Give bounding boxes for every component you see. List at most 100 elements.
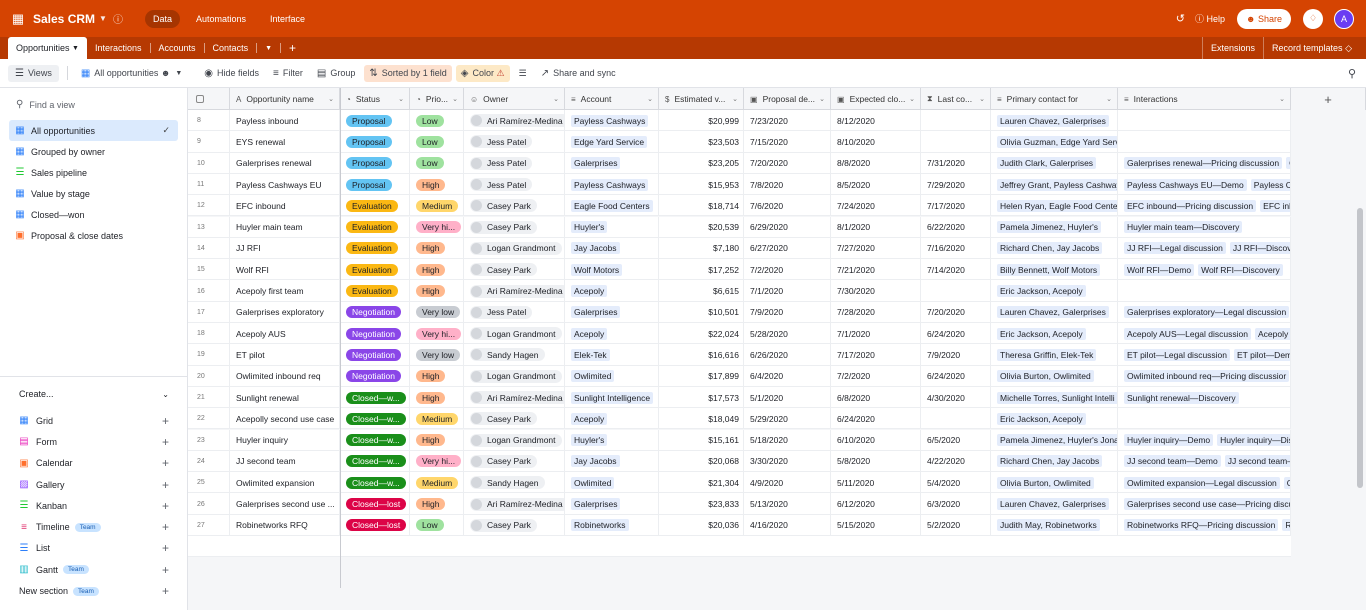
status-cell[interactable]: Proposal [340, 152, 410, 174]
contact-cell[interactable]: Richard Chen, Jay Jacobs [991, 237, 1118, 260]
nav-automations[interactable]: Automations [188, 10, 254, 28]
close-cell[interactable]: 7/28/2020 [831, 301, 921, 323]
chevron-down-icon[interactable]: ⌄ [819, 95, 825, 103]
last-cell[interactable]: 6/3/2020 [921, 493, 991, 515]
proposal-cell[interactable]: 5/28/2020 [744, 323, 831, 345]
table-row[interactable]: 13 Huyler main team Evaluation Very hi... Ca… [188, 216, 1291, 238]
priority-cell[interactable]: Low [410, 110, 464, 132]
user-avatar[interactable]: A [1334, 8, 1354, 29]
table-row[interactable]: 25 Owlimited expansion Closed—w... Medium Sa… [188, 472, 1291, 494]
name-cell[interactable]: Huyler inquiry [230, 429, 340, 451]
sidebar-view-item[interactable]: ▦ Closed—won [9, 204, 178, 225]
contact-cell[interactable]: Eric Jackson, Acepoly [991, 323, 1118, 345]
chevron-down-icon[interactable]: ⌄ [1279, 95, 1285, 103]
priority-cell[interactable]: High [410, 493, 464, 515]
last-cell[interactable]: 6/24/2020 [921, 365, 991, 387]
last-cell[interactable] [921, 131, 991, 153]
chevron-down-icon[interactable]: ⌄ [398, 95, 404, 103]
sort-button[interactable]: ⇅ Sorted by 1 field [364, 64, 452, 82]
sidebar-view-item[interactable]: ☰ Sales pipeline [9, 162, 178, 183]
table-row[interactable]: 10 Galerprises renewal Proposal Low Jess Pat… [188, 152, 1291, 174]
account-cell[interactable]: Robinetworks [565, 514, 659, 536]
status-cell[interactable]: Negotiation [340, 323, 410, 345]
chevron-down-icon[interactable]: ▼ [72, 45, 79, 52]
interactions-cell[interactable] [1118, 110, 1291, 132]
status-cell[interactable]: Evaluation [340, 259, 410, 281]
estimated-value-cell[interactable]: $23,205 [659, 152, 744, 174]
last-cell[interactable]: 6/5/2020 [921, 429, 991, 451]
search-icon[interactable]: ⚲ [1348, 67, 1356, 80]
owner-cell[interactable]: Jess Patel [464, 131, 565, 153]
close-cell[interactable]: 8/12/2020 [831, 110, 921, 132]
owner-cell[interactable]: Logan Grandmont [464, 429, 565, 451]
plus-icon[interactable]: + [162, 435, 169, 449]
close-cell[interactable]: 7/2/2020 [831, 365, 921, 387]
select-all-checkbox[interactable] [188, 88, 230, 110]
contact-cell[interactable]: Jeffrey Grant, Payless Cashways [991, 173, 1118, 196]
current-view-button[interactable]: ▦ All opportunities ☻ ▼ [76, 65, 187, 82]
close-cell[interactable]: 6/8/2020 [831, 386, 921, 409]
last-cell[interactable]: 7/16/2020 [921, 237, 991, 260]
account-cell[interactable]: Galerprises [565, 301, 659, 323]
close-cell[interactable]: 6/10/2020 [831, 429, 921, 451]
interactions-cell[interactable]: Galerprises second use case—Pricing disc… [1118, 493, 1291, 515]
close-cell[interactable]: 7/30/2020 [831, 280, 921, 302]
estimated-value-cell[interactable]: $22,024 [659, 323, 744, 345]
table-row[interactable]: 23 Huyler inquiry Closed—w... High Logan Gra… [188, 429, 1291, 451]
close-cell[interactable]: 7/21/2020 [831, 259, 921, 281]
last-cell[interactable] [921, 280, 991, 302]
account-cell[interactable]: Payless Cashways [565, 110, 659, 132]
contact-cell[interactable]: Judith Clark, Galerprises [991, 152, 1118, 174]
create-view-item[interactable]: ▤ Form + [0, 431, 188, 452]
proposal-cell[interactable]: 6/26/2020 [744, 344, 831, 366]
create-view-item[interactable]: ≡ Timeline Team + [0, 516, 188, 537]
proposal-cell[interactable]: 7/8/2020 [744, 173, 831, 196]
last-cell[interactable] [921, 110, 991, 132]
status-cell[interactable]: Proposal [340, 110, 410, 132]
close-cell[interactable]: 8/10/2020 [831, 131, 921, 153]
interactions-cell[interactable]: Galerprises exploratory—Legal discussion… [1118, 301, 1291, 323]
close-cell[interactable]: 6/24/2020 [831, 408, 921, 430]
sidebar-view-item[interactable]: ▦ All opportunities ✓ [9, 120, 178, 141]
contact-cell[interactable]: Olivia Guzman, Edge Yard Servi [991, 131, 1118, 153]
name-cell[interactable]: ET pilot [230, 344, 340, 366]
column-header[interactable]: ▣ Expected clo... ⌄ [831, 88, 921, 110]
name-cell[interactable]: EYS renewal [230, 131, 340, 153]
account-cell[interactable]: Payless Cashways [565, 173, 659, 196]
share-button[interactable]: ☻ Share [1236, 8, 1291, 29]
filter-button[interactable]: ≡ Filter [268, 65, 308, 82]
interactions-cell[interactable]: JJ RFI—Legal discussionJJ RFI—Discovery [1118, 237, 1291, 260]
close-cell[interactable]: 7/24/2020 [831, 195, 921, 217]
estimated-value-cell[interactable]: $21,304 [659, 472, 744, 494]
status-cell[interactable]: Closed—lost [340, 514, 410, 536]
interactions-cell[interactable]: Wolf RFI—Demo Wolf RFI—Discovery [1118, 259, 1291, 281]
proposal-cell[interactable]: 6/4/2020 [744, 365, 831, 387]
contact-cell[interactable]: Theresa Griffin, Elek-Tek [991, 344, 1118, 366]
account-cell[interactable]: Acepoly [565, 280, 659, 302]
notifications-bell-icon[interactable]: ♢ [1303, 8, 1323, 29]
close-cell[interactable]: 8/5/2020 [831, 173, 921, 196]
estimated-value-cell[interactable]: $6,615 [659, 280, 744, 302]
priority-cell[interactable]: High [410, 173, 464, 196]
close-cell[interactable]: 5/11/2020 [831, 472, 921, 494]
name-cell[interactable]: Acepolly second use case [230, 408, 340, 430]
priority-cell[interactable]: Very hi... [410, 323, 464, 345]
extensions-button[interactable]: Extensions [1203, 43, 1263, 53]
close-cell[interactable]: 7/17/2020 [831, 344, 921, 366]
priority-cell[interactable]: Very hi... [410, 450, 464, 473]
last-cell[interactable] [921, 408, 991, 430]
contact-cell[interactable]: Lauren Chavez, Galerprises [991, 301, 1118, 323]
priority-cell[interactable]: High [410, 259, 464, 281]
close-cell[interactable]: 7/1/2020 [831, 323, 921, 345]
find-view-search[interactable]: ⚲ Find a view [0, 88, 187, 120]
vertical-scrollbar[interactable] [1357, 208, 1363, 488]
chevron-down-icon[interactable]: ⌄ [1106, 95, 1112, 103]
proposal-cell[interactable]: 7/9/2020 [744, 301, 831, 323]
interactions-cell[interactable]: JJ second team—DemoJJ second team—D [1118, 450, 1291, 473]
status-cell[interactable]: Evaluation [340, 280, 410, 302]
estimated-value-cell[interactable]: $20,036 [659, 514, 744, 536]
estimated-value-cell[interactable]: $23,833 [659, 493, 744, 515]
owner-cell[interactable]: Casey Park [464, 450, 565, 473]
account-cell[interactable]: Eagle Food Centers [565, 195, 659, 217]
contact-cell[interactable]: Eric Jackson, Acepoly [991, 408, 1118, 430]
